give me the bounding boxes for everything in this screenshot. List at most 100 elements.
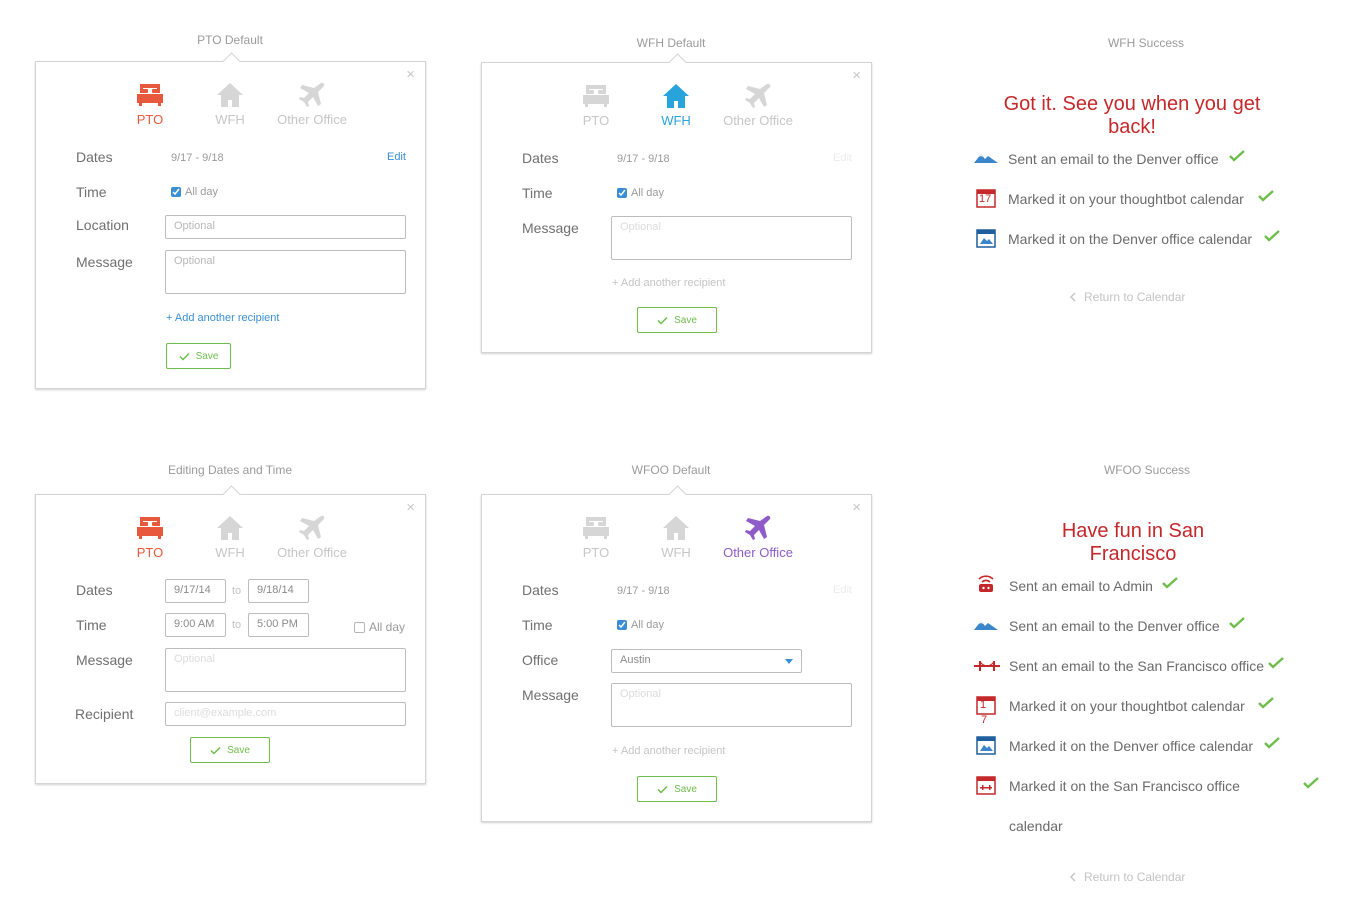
mountains-icon: [974, 154, 998, 163]
caption-wfoo-default: WFOO Default: [631, 463, 711, 477]
tab-other-office[interactable]: Other Office: [708, 83, 808, 128]
message-textarea[interactable]: Optional: [165, 250, 406, 294]
save-label: Save: [195, 350, 219, 362]
close-icon[interactable]: ×: [406, 500, 415, 515]
message-textarea[interactable]: Optional: [611, 683, 852, 727]
caption-pto-default: PTO Default: [197, 33, 263, 47]
return-label: Return to Calendar: [1084, 290, 1186, 304]
recipient-input[interactable]: client@example.com: [165, 702, 406, 726]
plane-icon: [299, 515, 325, 540]
chevron-left-icon: [1070, 872, 1076, 882]
checkmark-icon: [1264, 737, 1280, 749]
tab-other-office[interactable]: Other Office: [708, 515, 808, 560]
close-icon[interactable]: ×: [852, 500, 861, 515]
plane-icon: [745, 83, 771, 108]
add-recipient-link[interactable]: + Add another recipient: [166, 312, 279, 324]
save-button[interactable]: Save: [190, 737, 270, 763]
message-textarea[interactable]: Optional: [611, 216, 852, 260]
checkmark-icon: [657, 316, 668, 325]
panel-pointer: [668, 53, 687, 72]
checkbox-icon: [617, 620, 627, 630]
message-textarea[interactable]: Optional: [165, 648, 406, 692]
success-row-denver-calendar: Marked it on the Denver office calendar: [1008, 231, 1253, 247]
end-time-input[interactable]: 5:00 PM: [248, 613, 309, 637]
save-button[interactable]: Save: [637, 776, 717, 802]
checkmark-icon: [1258, 697, 1274, 709]
all-day-label: All day: [185, 186, 219, 198]
checkbox-icon: [617, 188, 627, 198]
pto-default-panel: × PTO WFH Other Office Dates 9/17 - 9/18…: [35, 52, 426, 389]
tab-pto-label: PTO: [582, 113, 610, 128]
close-icon[interactable]: ×: [852, 68, 861, 83]
return-to-calendar-link[interactable]: Return to Calendar: [1070, 290, 1185, 304]
wfh-success-headline: Got it. See you when you get back!: [972, 93, 1292, 139]
checkmark-icon: [1268, 657, 1284, 669]
wfh-default-panel: × PTO WFH Other Office Dates 9/17 - 9/18…: [481, 53, 872, 353]
dates-label: Dates: [522, 582, 559, 598]
dates-label: Dates: [522, 150, 559, 166]
checkmark-icon: [1264, 230, 1280, 242]
tab-pto-label: PTO: [582, 545, 610, 560]
time-label: Time: [76, 184, 107, 200]
house-icon: [663, 84, 689, 108]
tab-other-office-label: Other Office: [723, 545, 793, 560]
location-input[interactable]: Optional: [165, 215, 406, 239]
bed-icon: [137, 84, 163, 106]
success-row-email-admin: Sent an email to Admin: [1009, 578, 1153, 594]
all-day-label: All day: [631, 619, 665, 631]
dates-value: 9/17 - 9/18: [617, 153, 670, 165]
edit-dates-link[interactable]: Edit: [833, 152, 852, 164]
return-to-calendar-link[interactable]: Return to Calendar: [1070, 870, 1185, 884]
editing-panel: × PTO WFH Other Office Dates 9/17/14 to …: [35, 485, 426, 784]
tab-other-office[interactable]: Other Office: [262, 515, 362, 560]
save-button[interactable]: Save: [637, 307, 717, 333]
tab-wfh-label: WFH: [661, 545, 691, 560]
edit-dates-link[interactable]: Edit: [387, 151, 406, 163]
house-icon: [217, 516, 243, 540]
add-recipient-link[interactable]: + Add another recipient: [612, 745, 725, 757]
message-label: Message: [522, 220, 579, 236]
headline-line-1: Got it. See you when you get: [1003, 93, 1261, 115]
checkbox-icon: [171, 187, 181, 197]
caption-wfoo-success: WFOO Success: [1103, 463, 1190, 477]
mountains-icon: [974, 621, 998, 630]
checkmark-icon: [1303, 777, 1319, 789]
add-recipient-link[interactable]: + Add another recipient: [612, 277, 725, 289]
all-day-label: All day: [631, 187, 665, 199]
tab-other-office-label: Other Office: [277, 545, 347, 560]
save-button[interactable]: Save: [166, 343, 231, 369]
calendar-icon: [976, 736, 996, 755]
all-day-checkbox[interactable]: All day: [171, 186, 218, 198]
location-label: Location: [76, 217, 129, 233]
success-row-email-sf: Sent an email to the San Francisco offic…: [1009, 658, 1264, 674]
chevron-left-icon: [1070, 292, 1076, 302]
return-label: Return to Calendar: [1084, 870, 1186, 884]
all-day-checkbox[interactable]: All day: [617, 187, 664, 199]
time-to-separator: to: [232, 619, 242, 631]
office-select[interactable]: Austin: [611, 649, 802, 673]
tab-other-office[interactable]: Other Office: [262, 82, 362, 127]
start-time-input[interactable]: 9:00 AM: [165, 613, 226, 637]
panel-pointer: [222, 52, 241, 71]
bridge-icon: [974, 661, 1000, 671]
edit-dates-link[interactable]: Edit: [833, 584, 852, 596]
end-date-input[interactable]: 9/18/14: [248, 579, 309, 603]
checkmark-icon: [210, 746, 221, 755]
start-date-input[interactable]: 9/17/14: [165, 579, 226, 603]
all-day-checkbox[interactable]: All day: [617, 619, 664, 631]
headline-line-2: Francisco: [1089, 543, 1177, 565]
dates-value: 9/17 - 9/18: [171, 152, 224, 164]
close-icon[interactable]: ×: [406, 67, 415, 82]
bed-icon: [137, 517, 163, 539]
tab-wfh-label: WFH: [215, 112, 245, 127]
success-row-email-denver: Sent an email to the Denver office: [1008, 151, 1219, 167]
calendar-icon: [976, 776, 996, 795]
bed-icon: [583, 85, 609, 107]
plane-icon: [745, 515, 771, 540]
all-day-checkbox[interactable]: All day: [354, 620, 405, 634]
recipient-label: Recipient: [75, 706, 134, 722]
headline-line-1: Have fun in San: [1061, 520, 1205, 542]
tab-other-office-label: Other Office: [277, 112, 347, 127]
office-select-value: Austin: [620, 654, 651, 666]
checkmark-icon: [1229, 617, 1245, 629]
